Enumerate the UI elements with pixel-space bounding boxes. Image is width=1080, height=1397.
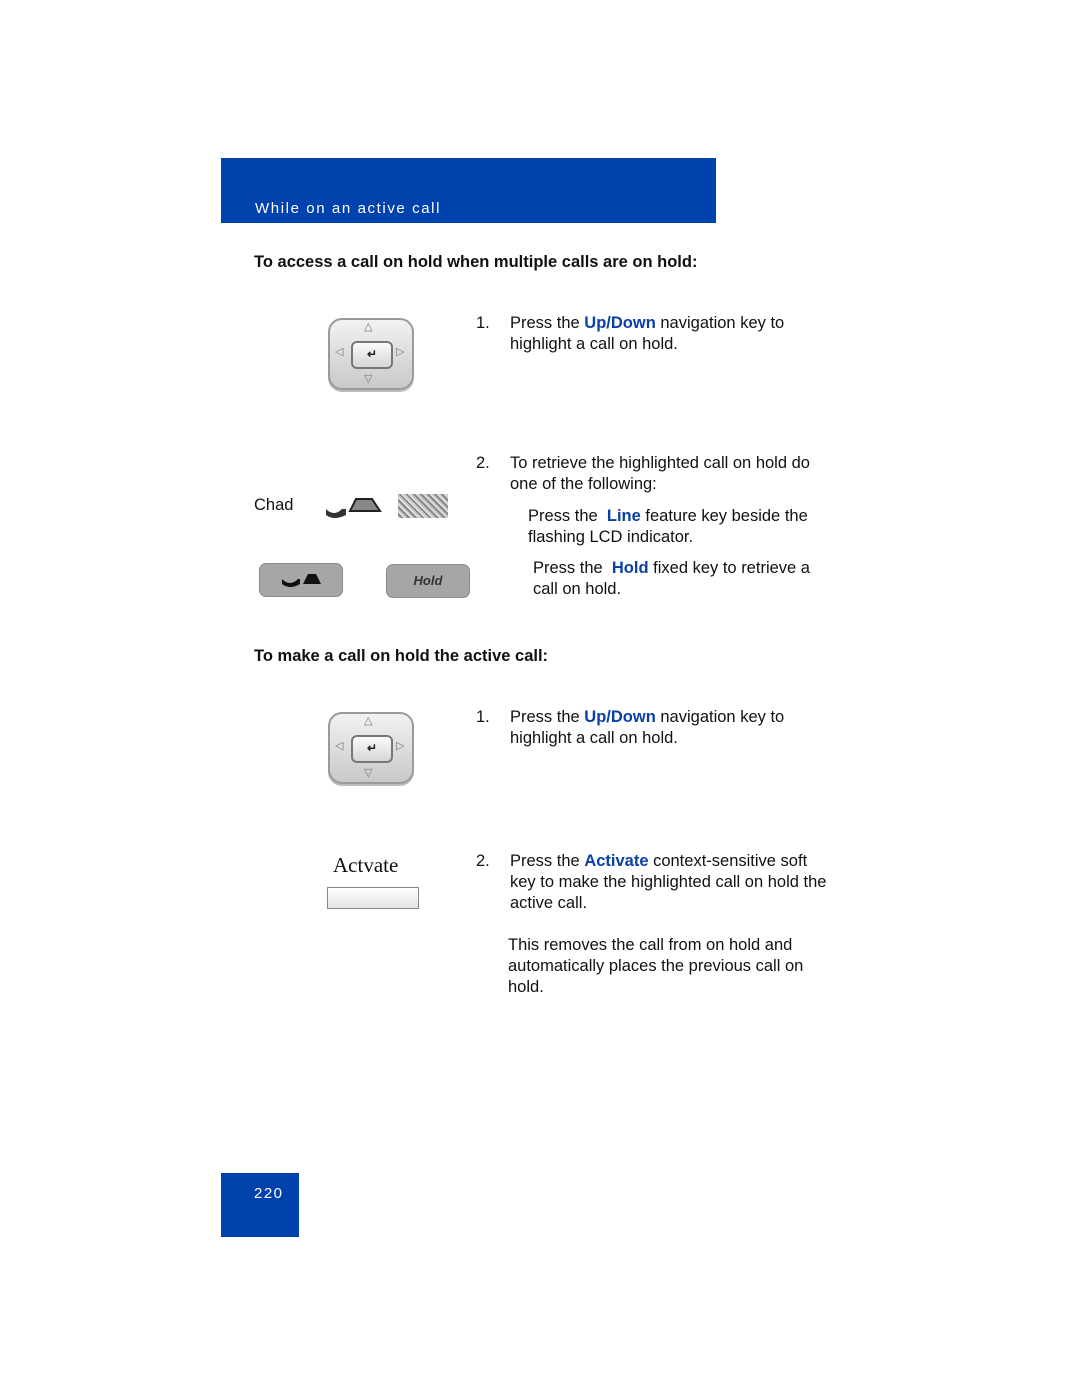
section-title: While on an active call [255,200,442,217]
down-arrow-icon: ▽ [364,373,373,385]
activate-soft-key [327,887,419,909]
key-name: Up/Down [584,708,656,726]
up-arrow-icon: △ [364,321,373,333]
down-arrow-icon: ▽ [364,767,373,779]
navigation-key-icon: △ ▽ ◁ ▷ ↵ [328,318,414,390]
step-number: 1. [476,314,490,332]
page-number-box: 220 [221,1173,299,1237]
left-arrow-icon: ◁ [335,740,344,752]
page-number: 220 [254,1185,284,1202]
s1-step-1: 1. Press the Up/Down navigation key to h… [476,313,826,355]
enter-key: ↵ [351,735,393,763]
hold-key-label: Hold [413,573,443,588]
up-arrow-icon: △ [364,715,373,727]
step-number: 2. [476,454,490,472]
step-text: Press the [510,314,585,332]
left-arrow-icon: ◁ [335,346,344,358]
right-arrow-icon: ▷ [396,346,405,358]
option-text: Press the [528,507,603,525]
line-phone-icon [326,498,382,518]
enter-key: ↵ [351,341,393,369]
s2-note: This removes the call from on hold and a… [508,936,804,996]
step-text: Press the [510,708,585,726]
enter-icon: ↵ [367,347,378,361]
s2-step-1: 1. Press the Up/Down navigation key to h… [476,707,826,749]
step-number: 1. [476,708,490,726]
s1-step-2: 2. To retrieve the highlighted call on h… [476,453,826,495]
enter-icon: ↵ [367,741,378,755]
s2-step-2: 2. Press the Activate context-sensitive … [476,851,828,914]
key-name: Hold [611,559,649,577]
header-bar: While on an active call [221,158,716,223]
lcd-caller-name: Chad [254,496,294,514]
option-hold-key: Press the Hold fixed key to retrieve a c… [533,558,828,600]
key-name: Activate [584,852,649,870]
softkey-label: Actvate [333,853,399,877]
key-name: Up/Down [584,314,656,332]
right-arrow-icon: ▷ [396,740,405,752]
navigation-key-icon: △ ▽ ◁ ▷ ↵ [328,712,414,784]
step-number: 2. [476,852,490,870]
line-phone-icon [282,574,321,587]
lcd-flashing-indicator [398,494,448,518]
step-text: To retrieve the highlighted call on hold… [510,454,810,493]
line-feature-key [259,563,343,597]
option-line-key: Press the Line feature key beside the fl… [528,506,818,548]
section1-heading: To access a call on hold when multiple c… [254,253,698,271]
option-text: Press the [533,559,608,577]
hold-fixed-key: Hold [386,564,470,598]
step-text: Press the [510,852,585,870]
key-name: Line [606,507,641,525]
section2-heading: To make a call on hold the active call: [254,647,549,665]
